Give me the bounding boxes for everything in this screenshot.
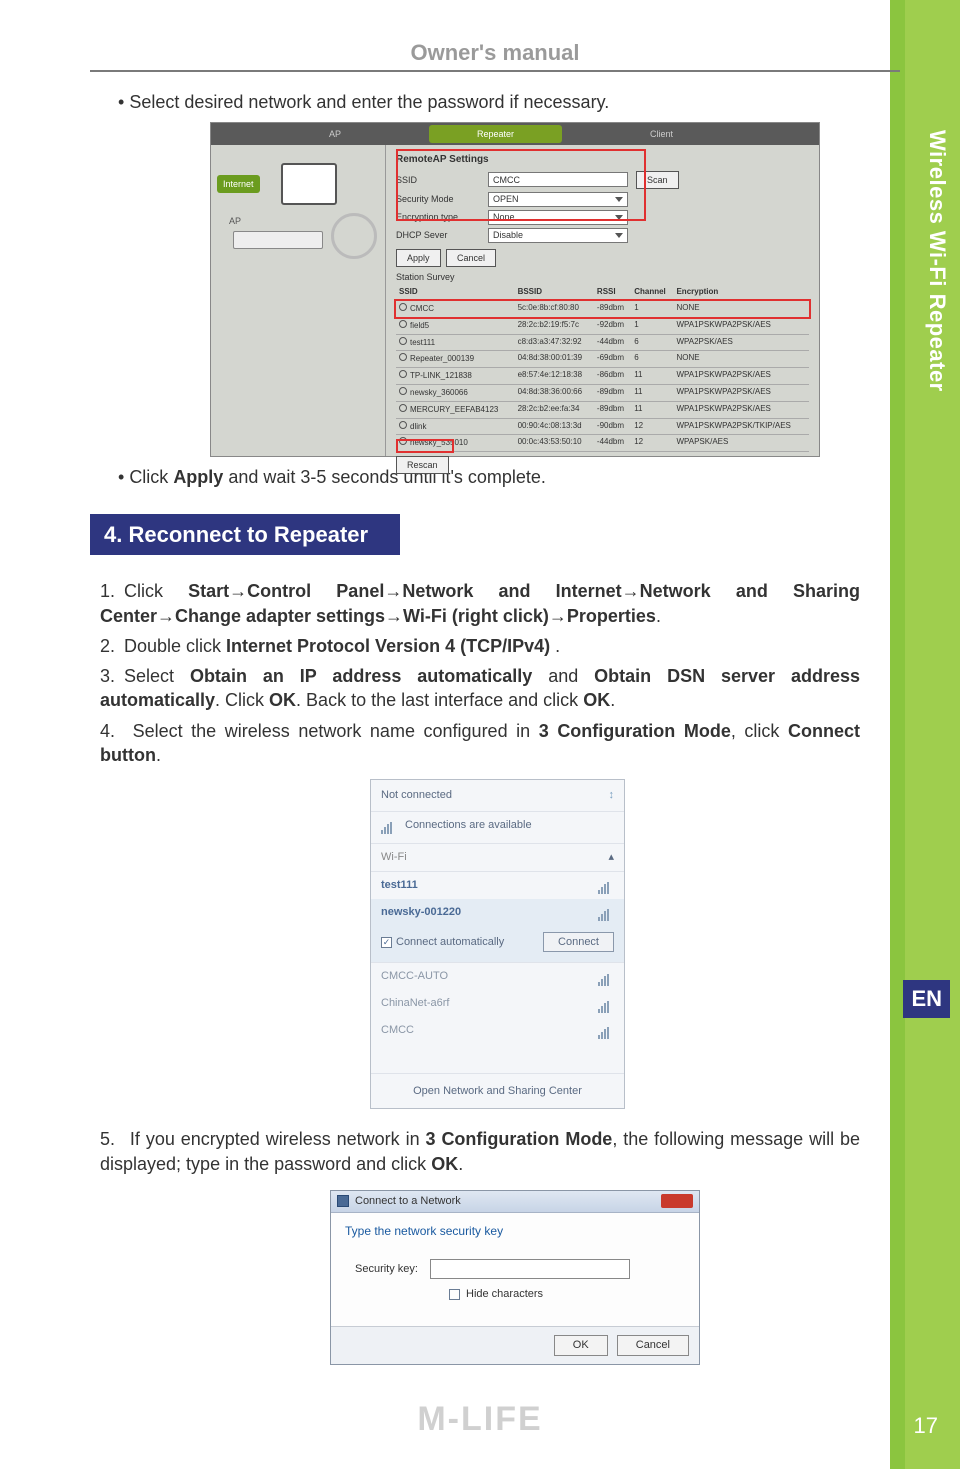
open-network-center-link[interactable]: Open Network and Sharing Center [371,1073,624,1109]
table-row[interactable]: field528:2c:b2:19:f5:7c-92dbm1WPA1PSKWPA… [396,317,809,334]
connections-available: Connections are available [405,818,532,833]
step-5: 5. If you encrypted wireless network in … [100,1127,860,1176]
hide-chars-checkbox[interactable] [449,1289,460,1300]
step-2: 2.Double click Internet Protocol Version… [100,634,860,658]
table-row[interactable]: newsky_53501000:0c:43:53:50:10-44dbm12WP… [396,435,809,452]
col-enc: Encryption [673,285,809,300]
ap-label: AP [229,215,241,227]
dialog-message: Type the network security key [331,1213,699,1249]
dialog-icon [337,1195,349,1207]
connect-dialog-screenshot: Connect to a Network Type the network se… [330,1190,700,1365]
signal-icon [598,998,614,1010]
table-row[interactable]: TP-LINK_121838e8:57:4e:12:18:38-86dbm11W… [396,368,809,385]
page-header: Owner's manual [90,40,900,66]
network-item[interactable]: test111 [381,878,418,893]
tab-client[interactable]: Client [602,125,721,143]
scan-button[interactable]: Scan [636,171,679,189]
ssid-label: SSID [396,174,488,186]
step-4: 4. Select the wireless network name conf… [100,719,860,768]
b2-bold: Apply [173,467,223,487]
monitor-icon [281,163,337,205]
encryption-select[interactable]: None [488,210,628,225]
connect-auto-label: Connect automatically [396,935,504,950]
remote-ap-form: RemoteAP Settings SSIDCMCCScan Security … [386,145,819,456]
col-ssid: SSID [396,285,515,300]
signal-icon [598,906,614,918]
network-item[interactable]: CMCC-AUTO [381,969,448,984]
section-4-title: 4. Reconnect to Repeater [90,514,400,556]
network-item[interactable]: CMCC [381,1023,414,1038]
internet-label: Internet [217,175,260,193]
table-row[interactable]: MERCURY_EEFAB412328:2c:b2:ee:fa:34-89dbm… [396,401,809,418]
form-title: RemoteAP Settings [396,153,809,167]
signal-icon [598,1025,614,1037]
ssid-input[interactable]: CMCC [488,172,628,187]
router-config-screenshot: AP Repeater Client Internet AP RemoteAP … [210,122,820,457]
wifi-panel-screenshot: Not connected ↕ Connections are availabl… [370,779,625,1109]
apply-button[interactable]: Apply [396,249,441,267]
col-rssi: RSSI [594,285,631,300]
signal-icon [381,820,397,832]
signal-icon [598,971,614,983]
tab-repeater[interactable]: Repeater [429,125,562,143]
cancel-button[interactable]: Cancel [446,249,496,267]
security-label: Security Mode [396,193,488,205]
security-key-label: Security key: [355,1262,418,1277]
not-connected-label: Not connected [381,788,452,803]
security-key-input[interactable] [430,1259,630,1279]
topology-diagram: Internet AP [211,145,386,456]
connect-button[interactable]: Connect [543,932,614,953]
signal-icon [331,213,377,259]
b2-pre: Click [129,467,173,487]
router-icon [233,231,323,249]
dhcp-label: DHCP Sever [396,229,488,241]
dialog-ok-button[interactable]: OK [554,1335,608,1356]
col-bssid: BSSID [515,285,594,300]
table-row[interactable]: test111c8:d3:a3:47:32:92-44dbm6WPA2PSK/A… [396,334,809,351]
table-row[interactable]: dlink00:90:4c:08:13:3d-90dbm12WPA1PSKWPA… [396,418,809,435]
table-row[interactable]: Repeater_00013904:8d:38:00:01:39-69dbm6N… [396,351,809,368]
security-select[interactable]: OPEN [488,192,628,207]
network-item[interactable]: ChinaNet-a6rf [381,996,449,1011]
survey-title: Station Survey [396,271,809,283]
dhcp-select[interactable]: Disable [488,228,628,243]
dialog-cancel-button[interactable]: Cancel [617,1335,689,1356]
encryption-label: Encryption type [396,211,488,223]
network-item-selected[interactable]: newsky-001220 [381,905,461,920]
step-3: 3.Select Obtain an IP address automatica… [100,664,860,713]
connect-auto-checkbox[interactable]: ✓ [381,937,392,948]
col-chan: Channel [631,285,673,300]
wifi-section-label: Wi-Fi [381,850,407,865]
table-row[interactable]: CMCC5c:0e:8b:cf:80:80-89dbm1NONE [396,301,809,318]
close-button[interactable] [661,1194,693,1208]
signal-icon [598,879,614,891]
tab-ap[interactable]: AP [281,125,389,143]
header-rule [90,70,900,72]
hide-chars-label: Hide characters [466,1287,543,1302]
mode-tabs: AP Repeater Client [211,123,819,145]
survey-table: SSID BSSID RSSI Channel Encryption CMCC5… [396,285,809,452]
collapse-icon[interactable]: ▴ [608,850,614,865]
step-1: 1.Click Start→Control Panel→Network and … [100,579,860,628]
bullet-1: Select desired network and enter the pas… [118,90,860,114]
table-row[interactable]: newsky_36006604:8d:38:36:00:66-89dbm11WP… [396,385,809,402]
rescan-button[interactable]: Rescan [396,456,449,474]
dialog-title: Connect to a Network [355,1194,461,1209]
